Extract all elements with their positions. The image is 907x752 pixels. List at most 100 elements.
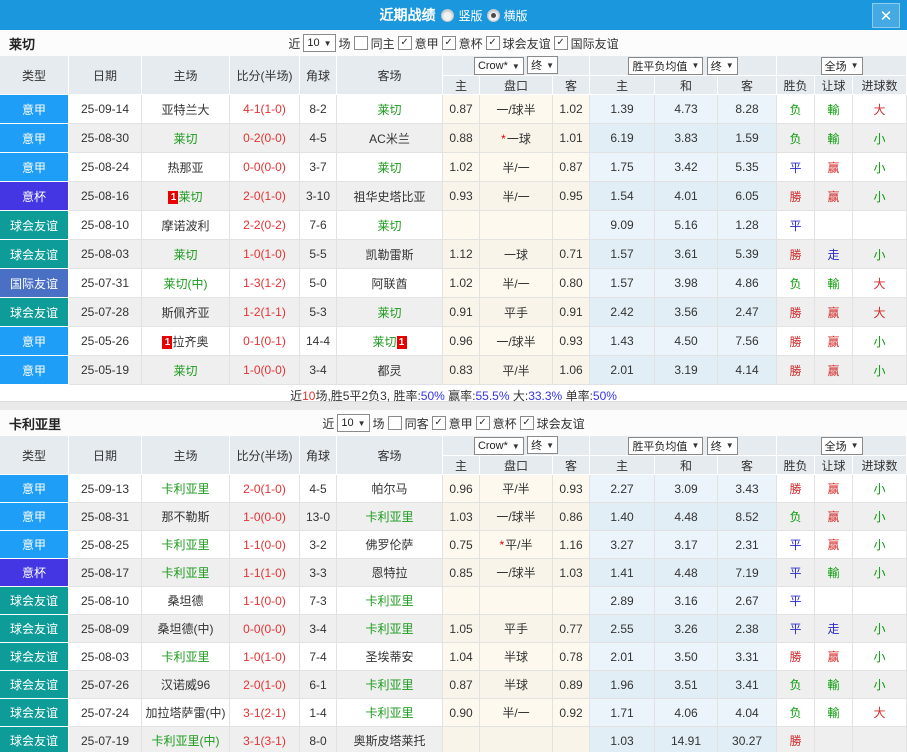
home-team-name: 卡利亚里 xyxy=(161,650,210,664)
avg-draw: 4.48 xyxy=(655,503,719,531)
match-date: 25-08-10 xyxy=(69,587,142,615)
league-checkbox[interactable]: ✓ xyxy=(485,36,500,50)
type-badge: 意杯 xyxy=(0,182,69,211)
away-team: 莱切 xyxy=(337,95,443,124)
league-checkbox-label: 意甲 xyxy=(414,36,439,51)
odds-away xyxy=(553,211,591,240)
avg-win: 1.40 xyxy=(590,503,656,531)
home-team-name: 桑坦德(中) xyxy=(157,622,214,636)
same-venue-checkbox[interactable] xyxy=(387,416,402,430)
half-time-score: (0-0) xyxy=(260,593,286,608)
odds-home: 1.03 xyxy=(443,503,480,531)
full-match-select[interactable]: 全场 ▼ xyxy=(820,436,863,455)
avg-lose: 3.41 xyxy=(718,671,778,699)
result-handicap: 輸 xyxy=(815,269,854,298)
away-team: 莱切 xyxy=(337,211,443,240)
avg-final-select[interactable]: 终 ▼ xyxy=(706,56,738,75)
half-time-score: (1-1) xyxy=(260,305,286,319)
league-checkbox[interactable]: ✓ xyxy=(441,36,456,50)
half-time-score: (1-0) xyxy=(260,565,286,580)
result-goals: 小 xyxy=(853,475,907,503)
result-goals: 小 xyxy=(853,615,907,643)
match-score: 0-0(0-0) xyxy=(230,153,300,182)
avg-draw: 3.09 xyxy=(655,475,719,503)
same-venue-checkbox[interactable] xyxy=(353,36,368,50)
result-handicap: 赢 xyxy=(815,327,854,356)
home-team-name: 莱切 xyxy=(173,247,198,262)
avg-draw: 3.83 xyxy=(655,124,719,153)
match-count-value: 10 xyxy=(341,417,354,429)
type-badge: 国际友谊 xyxy=(0,269,69,298)
away-team-name: 恩特拉 xyxy=(371,566,408,580)
league-checkbox-label: 意甲 xyxy=(448,416,473,431)
match-score: 1-3(1-2) xyxy=(230,269,300,298)
type-badge: 意甲 xyxy=(0,503,69,531)
avg-win: 1.43 xyxy=(590,327,656,356)
league-checkbox-label: 意杯 xyxy=(492,416,517,431)
away-team: 阿联酋 xyxy=(337,269,443,298)
result-outcome: 勝 xyxy=(777,727,816,752)
match-count-select[interactable]: 10 ▼ xyxy=(337,414,370,432)
bookmaker-select[interactable]: Crow* ▼ xyxy=(473,437,524,455)
odds-away: 1.01 xyxy=(553,124,591,153)
league-checkbox[interactable]: ✓ xyxy=(397,36,412,50)
match-count-select[interactable]: 10 ▼ xyxy=(303,34,336,52)
home-team-name: 汉诺威96 xyxy=(160,678,211,692)
avg-draw: 14.91 xyxy=(655,727,719,752)
header-odds-home: 主 xyxy=(443,456,480,475)
odds-away: 0.91 xyxy=(553,298,591,327)
result-handicap xyxy=(815,587,854,615)
chevron-down-icon: ▼ xyxy=(691,441,700,450)
odds-final-select[interactable]: 终 ▼ xyxy=(527,56,559,74)
away-team-name: 奥斯皮塔莱托 xyxy=(353,734,426,748)
full-time-score: 1-0 xyxy=(243,363,261,377)
odds-home xyxy=(443,211,480,240)
header-handicap-result: 让球 xyxy=(815,76,854,95)
result-goals: 小 xyxy=(853,356,907,385)
avg-lose: 8.52 xyxy=(718,503,778,531)
avg-draw: 3.42 xyxy=(655,153,719,182)
avg-header-group: 胜平负均值 ▼ 终 ▼ xyxy=(590,56,778,76)
team-section: 莱切 近 10 ▼ 场同主 ✓ 意甲 ✓ 意杯 ✓ 球会友谊 ✓ 国际友谊 类型 日期 主场 比分(半… xyxy=(0,30,907,410)
avg-lose: 4.86 xyxy=(718,269,778,298)
avg-draw: 4.48 xyxy=(655,559,719,587)
match-date: 25-08-30 xyxy=(69,124,142,153)
away-team: 莱切 xyxy=(337,153,443,182)
home-team-name: 莱切(中) xyxy=(163,276,208,291)
result-handicap: 赢 xyxy=(815,153,854,182)
type-badge: 球会友谊 xyxy=(0,240,69,269)
horizontal-layout-radio[interactable] xyxy=(486,8,500,22)
odds-final-select[interactable]: 终 ▼ xyxy=(527,436,559,454)
corner-score: 3-2 xyxy=(300,531,337,559)
type-badge: 球会友谊 xyxy=(0,211,69,240)
away-team-name: 帕尔马 xyxy=(371,482,408,496)
header-avg-draw: 和 xyxy=(655,456,719,475)
away-team-name: 卡利亚里 xyxy=(365,594,414,608)
result-goals: 小 xyxy=(853,124,907,153)
match-score: 1-1(0-0) xyxy=(230,587,300,615)
vertical-layout-radio[interactable] xyxy=(441,8,455,22)
odds-handicap xyxy=(480,587,553,615)
avg-final-select[interactable]: 终 ▼ xyxy=(706,436,738,455)
close-button[interactable]: ✕ xyxy=(872,3,900,28)
result-handicap: 赢 xyxy=(815,475,854,503)
league-checkbox[interactable]: ✓ xyxy=(553,36,568,50)
result-outcome: 勝 xyxy=(777,298,816,327)
type-badge: 意甲 xyxy=(0,356,69,385)
corner-score: 4-5 xyxy=(300,475,337,503)
league-checkbox[interactable]: ✓ xyxy=(431,416,446,430)
avg-select[interactable]: 胜平负均值 ▼ xyxy=(628,436,704,455)
full-match-select[interactable]: 全场 ▼ xyxy=(820,56,863,75)
avg-select[interactable]: 胜平负均值 ▼ xyxy=(628,56,704,75)
corner-score: 6-1 xyxy=(300,671,337,699)
odds-home: 0.85 xyxy=(443,559,480,587)
league-checkbox[interactable]: ✓ xyxy=(475,416,490,430)
home-team-name: 拉齐奥 xyxy=(172,334,209,349)
header-avg-draw: 和 xyxy=(655,76,719,95)
bookmaker-select[interactable]: Crow* ▼ xyxy=(473,57,524,75)
live-star-icon: * xyxy=(499,538,505,552)
home-team-name: 亚特兰大 xyxy=(161,102,210,117)
home-team-name: 加拉塔萨雷(中) xyxy=(145,706,226,720)
league-checkbox[interactable]: ✓ xyxy=(519,416,534,430)
half-time-score: (0-0) xyxy=(260,363,286,377)
